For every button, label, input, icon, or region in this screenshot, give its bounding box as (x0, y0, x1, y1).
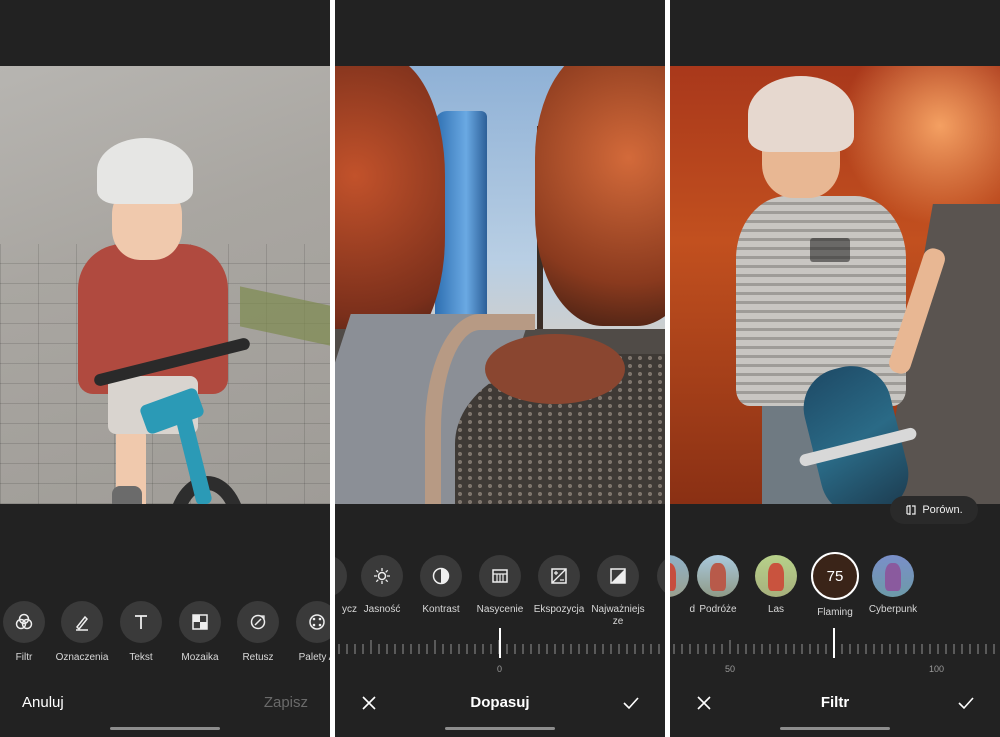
highlights-icon (597, 555, 639, 597)
contrast-icon (420, 555, 462, 597)
tool-label: Oznaczenia (55, 652, 109, 663)
mosaic-icon (179, 601, 221, 643)
photo-tower-trees (335, 66, 665, 504)
filter-item[interactable]: Podróże (687, 555, 749, 615)
filter-label: Las (767, 604, 785, 615)
filter-item[interactable]: Cyberpunk (862, 555, 924, 615)
tool-label: Retusz (242, 652, 274, 663)
save-button[interactable]: Zapisz (264, 688, 308, 718)
compare-button[interactable]: Porówn. (890, 496, 978, 524)
tool-brightness[interactable]: Jasność (351, 555, 413, 616)
tool-exposure[interactable]: Ekspozycja (528, 555, 590, 616)
filter-thumbnail-selected: 75 (811, 552, 859, 600)
slider-mid-label: 50 (725, 664, 736, 674)
filter-item-active[interactable]: 75 Flaming (804, 552, 866, 618)
adjust-slider[interactable] (335, 628, 665, 660)
check-icon[interactable] (956, 693, 976, 713)
tool-label: Nasycenie (476, 604, 524, 615)
tool-highlights[interactable]: Najważniejsze (587, 555, 649, 628)
text-icon (120, 601, 162, 643)
partial-icon (657, 555, 665, 597)
slider-max-label: 100 (929, 664, 945, 674)
palette-icon (296, 601, 330, 643)
photo-boy-skateboard (670, 66, 1000, 504)
home-indicator (445, 727, 555, 730)
tool-contrast[interactable]: Kontrast (410, 555, 472, 616)
compare-icon (906, 505, 916, 515)
tool-filter[interactable]: Filtr (0, 601, 54, 663)
cancel-button[interactable]: Anuluj (22, 688, 64, 718)
tool-retouch[interactable]: Retusz (228, 601, 288, 663)
tool-label: Tekst (129, 652, 153, 663)
check-icon[interactable] (621, 693, 641, 713)
brightness-icon (361, 555, 403, 597)
filter-strength-slider[interactable] (670, 628, 1000, 660)
adjust-screen: ycz Jasność Kontrast Nasycenie Ekspozycj… (335, 0, 665, 737)
retouch-icon (237, 601, 279, 643)
screen-title: Dopasuj (470, 694, 530, 711)
screen-title: Filtr (820, 694, 850, 711)
tool-label: Filtr (15, 652, 33, 663)
tool-label: Najważniejsze (591, 604, 645, 627)
filter-screen: Porówn. d Podróże Las 75 Flaming Cyberpu… (670, 0, 1000, 737)
photo-boy-bike (0, 66, 330, 504)
home-indicator (780, 727, 890, 730)
filter-item[interactable]: Las (745, 555, 807, 615)
tool-partial-right[interactable] (647, 555, 665, 597)
saturation-icon (479, 555, 521, 597)
filter-label: Podróże (699, 604, 737, 615)
tool-palette[interactable]: Palety A (287, 601, 330, 663)
edit-screen: Filtr Oznaczenia Tekst Mozaika Retusz Pa… (0, 0, 330, 737)
tool-text[interactable]: Tekst (111, 601, 171, 663)
filter-thumbnail (872, 555, 914, 597)
partial-icon (335, 555, 347, 597)
tool-label: Palety A (298, 652, 330, 663)
filter-strength-value: 75 (826, 567, 844, 585)
bottom-bar: Anuluj Zapisz (0, 688, 330, 718)
filter-thumbnail (697, 555, 739, 597)
tool-mosaic[interactable]: Mozaika (170, 601, 230, 663)
tool-label: Kontrast (422, 604, 460, 615)
bottom-bar: Dopasuj (335, 688, 665, 718)
tool-label: Mozaika (181, 652, 219, 663)
slider-min-label: 0 (497, 664, 503, 674)
tool-markup[interactable]: Oznaczenia (52, 601, 112, 663)
filter-label: Flaming (817, 607, 853, 618)
filter-label: Cyberpunk (868, 604, 918, 615)
filter-icon (3, 601, 45, 643)
tool-label: Ekspozycja (533, 604, 585, 615)
tool-saturation[interactable]: Nasycenie (469, 555, 531, 616)
pen-icon (61, 601, 103, 643)
exposure-icon (538, 555, 580, 597)
home-indicator (110, 727, 220, 730)
tool-label: Jasność (363, 604, 401, 615)
filter-thumbnail (755, 555, 797, 597)
bottom-bar: Filtr (670, 688, 1000, 718)
compare-label: Porówn. (922, 504, 963, 516)
